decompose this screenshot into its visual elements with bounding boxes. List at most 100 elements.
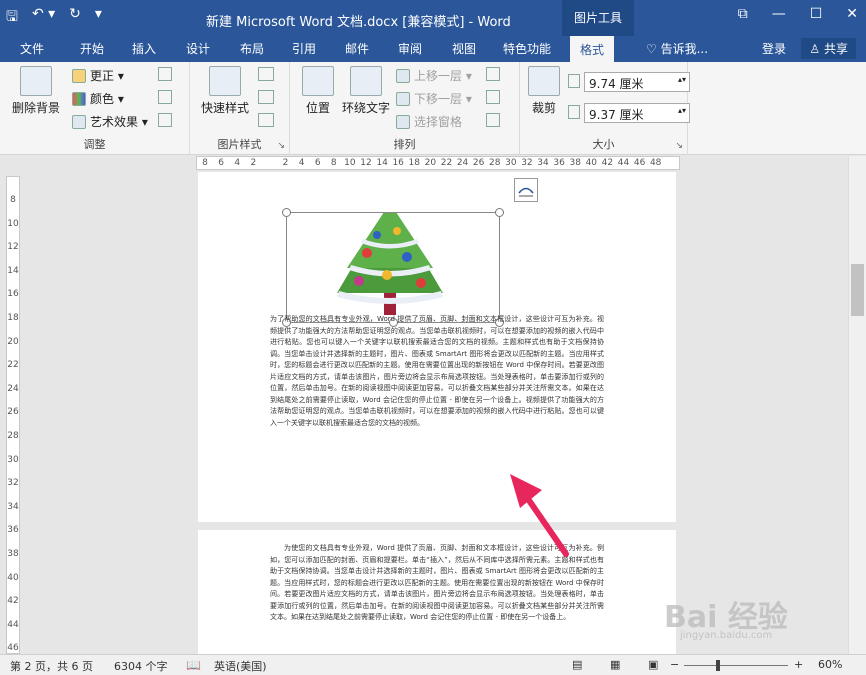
artistic-effects-button[interactable]: 艺术效果 ▾ bbox=[72, 113, 148, 130]
zoom-slider-thumb[interactable] bbox=[716, 660, 720, 671]
minimize-icon[interactable]: — bbox=[772, 6, 786, 22]
remove-background-label: 删除背景 bbox=[11, 101, 60, 115]
zoom-slider[interactable] bbox=[684, 665, 788, 666]
zoom-out-button[interactable]: − bbox=[670, 658, 679, 671]
red-arrow-annotation bbox=[510, 474, 569, 557]
picture-effects-icon[interactable] bbox=[258, 90, 274, 104]
ruler-tick-label: 14 bbox=[376, 158, 388, 168]
width-spinner-icon[interactable]: ▴▾ bbox=[678, 106, 686, 115]
selected-picture[interactable] bbox=[282, 203, 504, 327]
maximize-icon[interactable]: ☐ bbox=[810, 6, 823, 22]
wrap-text-icon bbox=[350, 66, 382, 96]
ruler-tick-label: 10 bbox=[7, 218, 19, 229]
height-icon bbox=[568, 74, 580, 88]
read-mode-icon[interactable]: ▤ bbox=[572, 658, 582, 671]
ruler-tick-label: 32 bbox=[7, 478, 19, 489]
ruler-tick-label: 46 bbox=[7, 643, 19, 654]
layout-options-icon[interactable] bbox=[514, 178, 538, 202]
web-layout-icon[interactable]: ▣ bbox=[648, 658, 658, 671]
status-bar: 第 2 页，共 6 页 6304 个字 📖 英语(美国) ▤ ▦ ▣ − + 6… bbox=[0, 654, 866, 675]
tab-file[interactable]: 文件 bbox=[20, 40, 44, 57]
word-count[interactable]: 6304 个字 bbox=[114, 658, 168, 674]
customize-qat-icon[interactable]: ▾ bbox=[95, 6, 102, 30]
tell-me-search[interactable]: ♡ 告诉我... bbox=[646, 40, 708, 57]
width-field[interactable]: 9.37 厘米 ▴▾ bbox=[584, 103, 690, 123]
compress-pictures-icon[interactable] bbox=[158, 67, 172, 81]
close-icon[interactable]: ✕ bbox=[846, 6, 858, 22]
ruler-tick-label: 4 bbox=[234, 158, 241, 168]
ruler-tick-label: 16 bbox=[7, 289, 19, 300]
wrap-text-button[interactable]: 环绕文字 bbox=[340, 66, 392, 116]
size-launcher-icon[interactable]: ↘ bbox=[675, 141, 683, 151]
reset-picture-icon[interactable] bbox=[158, 113, 172, 127]
ribbon-display-icon[interactable]: ⧉ bbox=[738, 6, 748, 22]
ruler-tick-label: 40 bbox=[585, 158, 598, 168]
scrollbar-thumb[interactable] bbox=[851, 264, 864, 316]
crop-button[interactable]: 裁剪 bbox=[526, 66, 562, 116]
document-page[interactable]: 为了帮助您的文档具有专业外观，Word 提供了页眉、页脚、封面和文本框设计，这些… bbox=[198, 172, 676, 522]
ruler-tick-label: 32 bbox=[521, 158, 533, 168]
ruler-tick-label: 42 bbox=[7, 596, 19, 607]
zoom-in-button[interactable]: + bbox=[794, 658, 803, 671]
print-layout-icon[interactable]: ▦ bbox=[610, 658, 620, 671]
ruler-tick-label: 8 bbox=[202, 158, 208, 168]
tab-home[interactable]: 开始 bbox=[80, 40, 104, 57]
height-field[interactable]: 9.74 厘米 ▴▾ bbox=[584, 72, 690, 92]
align-icon[interactable] bbox=[486, 67, 500, 81]
ruler-tick-label: 22 bbox=[7, 360, 19, 371]
login-link[interactable]: 登录 bbox=[762, 40, 786, 57]
undo-icon[interactable]: ↶ ▾ bbox=[32, 6, 55, 30]
picture-border-icon[interactable] bbox=[258, 67, 274, 81]
baidu-watermark-url: jingyan.baidu.com bbox=[680, 630, 773, 641]
rotate-icon[interactable] bbox=[486, 113, 500, 127]
wrap-text-label: 环绕文字 bbox=[341, 101, 390, 115]
resize-handle-top-left[interactable] bbox=[282, 208, 291, 217]
tab-insert[interactable]: 插入 bbox=[132, 40, 156, 57]
artistic-effects-label: 艺术效果 ▾ bbox=[90, 115, 148, 129]
quick-styles-button[interactable]: 快速样式 bbox=[198, 66, 252, 116]
color-label: 颜色 ▾ bbox=[90, 92, 124, 106]
corrections-button[interactable]: 更正 ▾ bbox=[72, 67, 124, 84]
tab-mailings[interactable]: 邮件 bbox=[345, 40, 369, 57]
ruler-tick-label: 24 bbox=[456, 158, 469, 168]
resize-handle-top-right[interactable] bbox=[495, 208, 504, 217]
zoom-level[interactable]: 60% bbox=[818, 658, 842, 671]
vertical-scrollbar[interactable] bbox=[848, 156, 866, 654]
document-page-next[interactable]: 为使您的文档具有专业外观，Word 提供了页眉、页脚、封面和文本框设计，这些设计… bbox=[198, 530, 676, 654]
change-picture-icon[interactable] bbox=[158, 90, 172, 104]
ruler-tick-label: 40 bbox=[7, 572, 19, 583]
remove-background-button[interactable]: 删除背景 bbox=[8, 66, 64, 116]
tab-special-features[interactable]: 特色功能 bbox=[503, 40, 551, 57]
share-button[interactable]: ♙ 共享 bbox=[801, 38, 856, 59]
picture-styles-launcher-icon[interactable]: ↘ bbox=[277, 141, 285, 151]
tab-view[interactable]: 视图 bbox=[452, 40, 476, 57]
ruler-tick-label: 2 bbox=[282, 158, 289, 168]
proofing-icon[interactable]: 📖 bbox=[186, 658, 201, 672]
horizontal-ruler[interactable]: 8 6 4 2 2 4 6 8 10 12 14 16 18 20 22 24 26 28 30 32 34 36 38 40… bbox=[196, 156, 680, 170]
redo-icon[interactable]: ↻ bbox=[69, 6, 81, 30]
group-objects-icon[interactable] bbox=[486, 90, 500, 104]
save-icon[interactable]: 🖫 bbox=[6, 6, 18, 30]
body-paragraph-1: 为了帮助您的文档具有专业外观，Word 提供了页眉、页脚、封面和文本框设计，这些… bbox=[270, 315, 604, 427]
ruler-tick-label: 44 bbox=[7, 619, 19, 630]
language-indicator[interactable]: 英语(美国) bbox=[214, 658, 267, 674]
tab-references[interactable]: 引用 bbox=[292, 40, 316, 57]
vertical-ruler[interactable]: 8 10 12 14 16 18 20 22 24 26 28 30 32 34 36 38 40 42 44 46 bbox=[6, 176, 20, 654]
selection-pane-button[interactable]: 选择窗格 bbox=[396, 113, 462, 130]
tab-design[interactable]: 设计 bbox=[186, 40, 210, 57]
position-button[interactable]: 位置 bbox=[300, 66, 336, 116]
ruler-tick-label bbox=[261, 158, 277, 168]
ruler-tick-label: 24 bbox=[7, 383, 19, 394]
bring-forward-button[interactable]: 上移一层 ▾ bbox=[396, 67, 472, 84]
send-backward-button[interactable]: 下移一层 ▾ bbox=[396, 90, 472, 107]
tab-review[interactable]: 审阅 bbox=[398, 40, 422, 57]
send-backward-label: 下移一层 ▾ bbox=[414, 92, 472, 106]
color-button[interactable]: 颜色 ▾ bbox=[72, 90, 124, 107]
tab-layout[interactable]: 布局 bbox=[240, 40, 264, 57]
picture-layout-icon[interactable] bbox=[258, 113, 274, 127]
ruler-tick-label: 34 bbox=[7, 501, 19, 512]
page-count[interactable]: 第 2 页，共 6 页 bbox=[10, 658, 93, 674]
height-spinner-icon[interactable]: ▴▾ bbox=[678, 75, 686, 84]
tab-format[interactable]: 格式 bbox=[570, 36, 615, 62]
ruler-tick-label: 10 bbox=[344, 158, 356, 168]
